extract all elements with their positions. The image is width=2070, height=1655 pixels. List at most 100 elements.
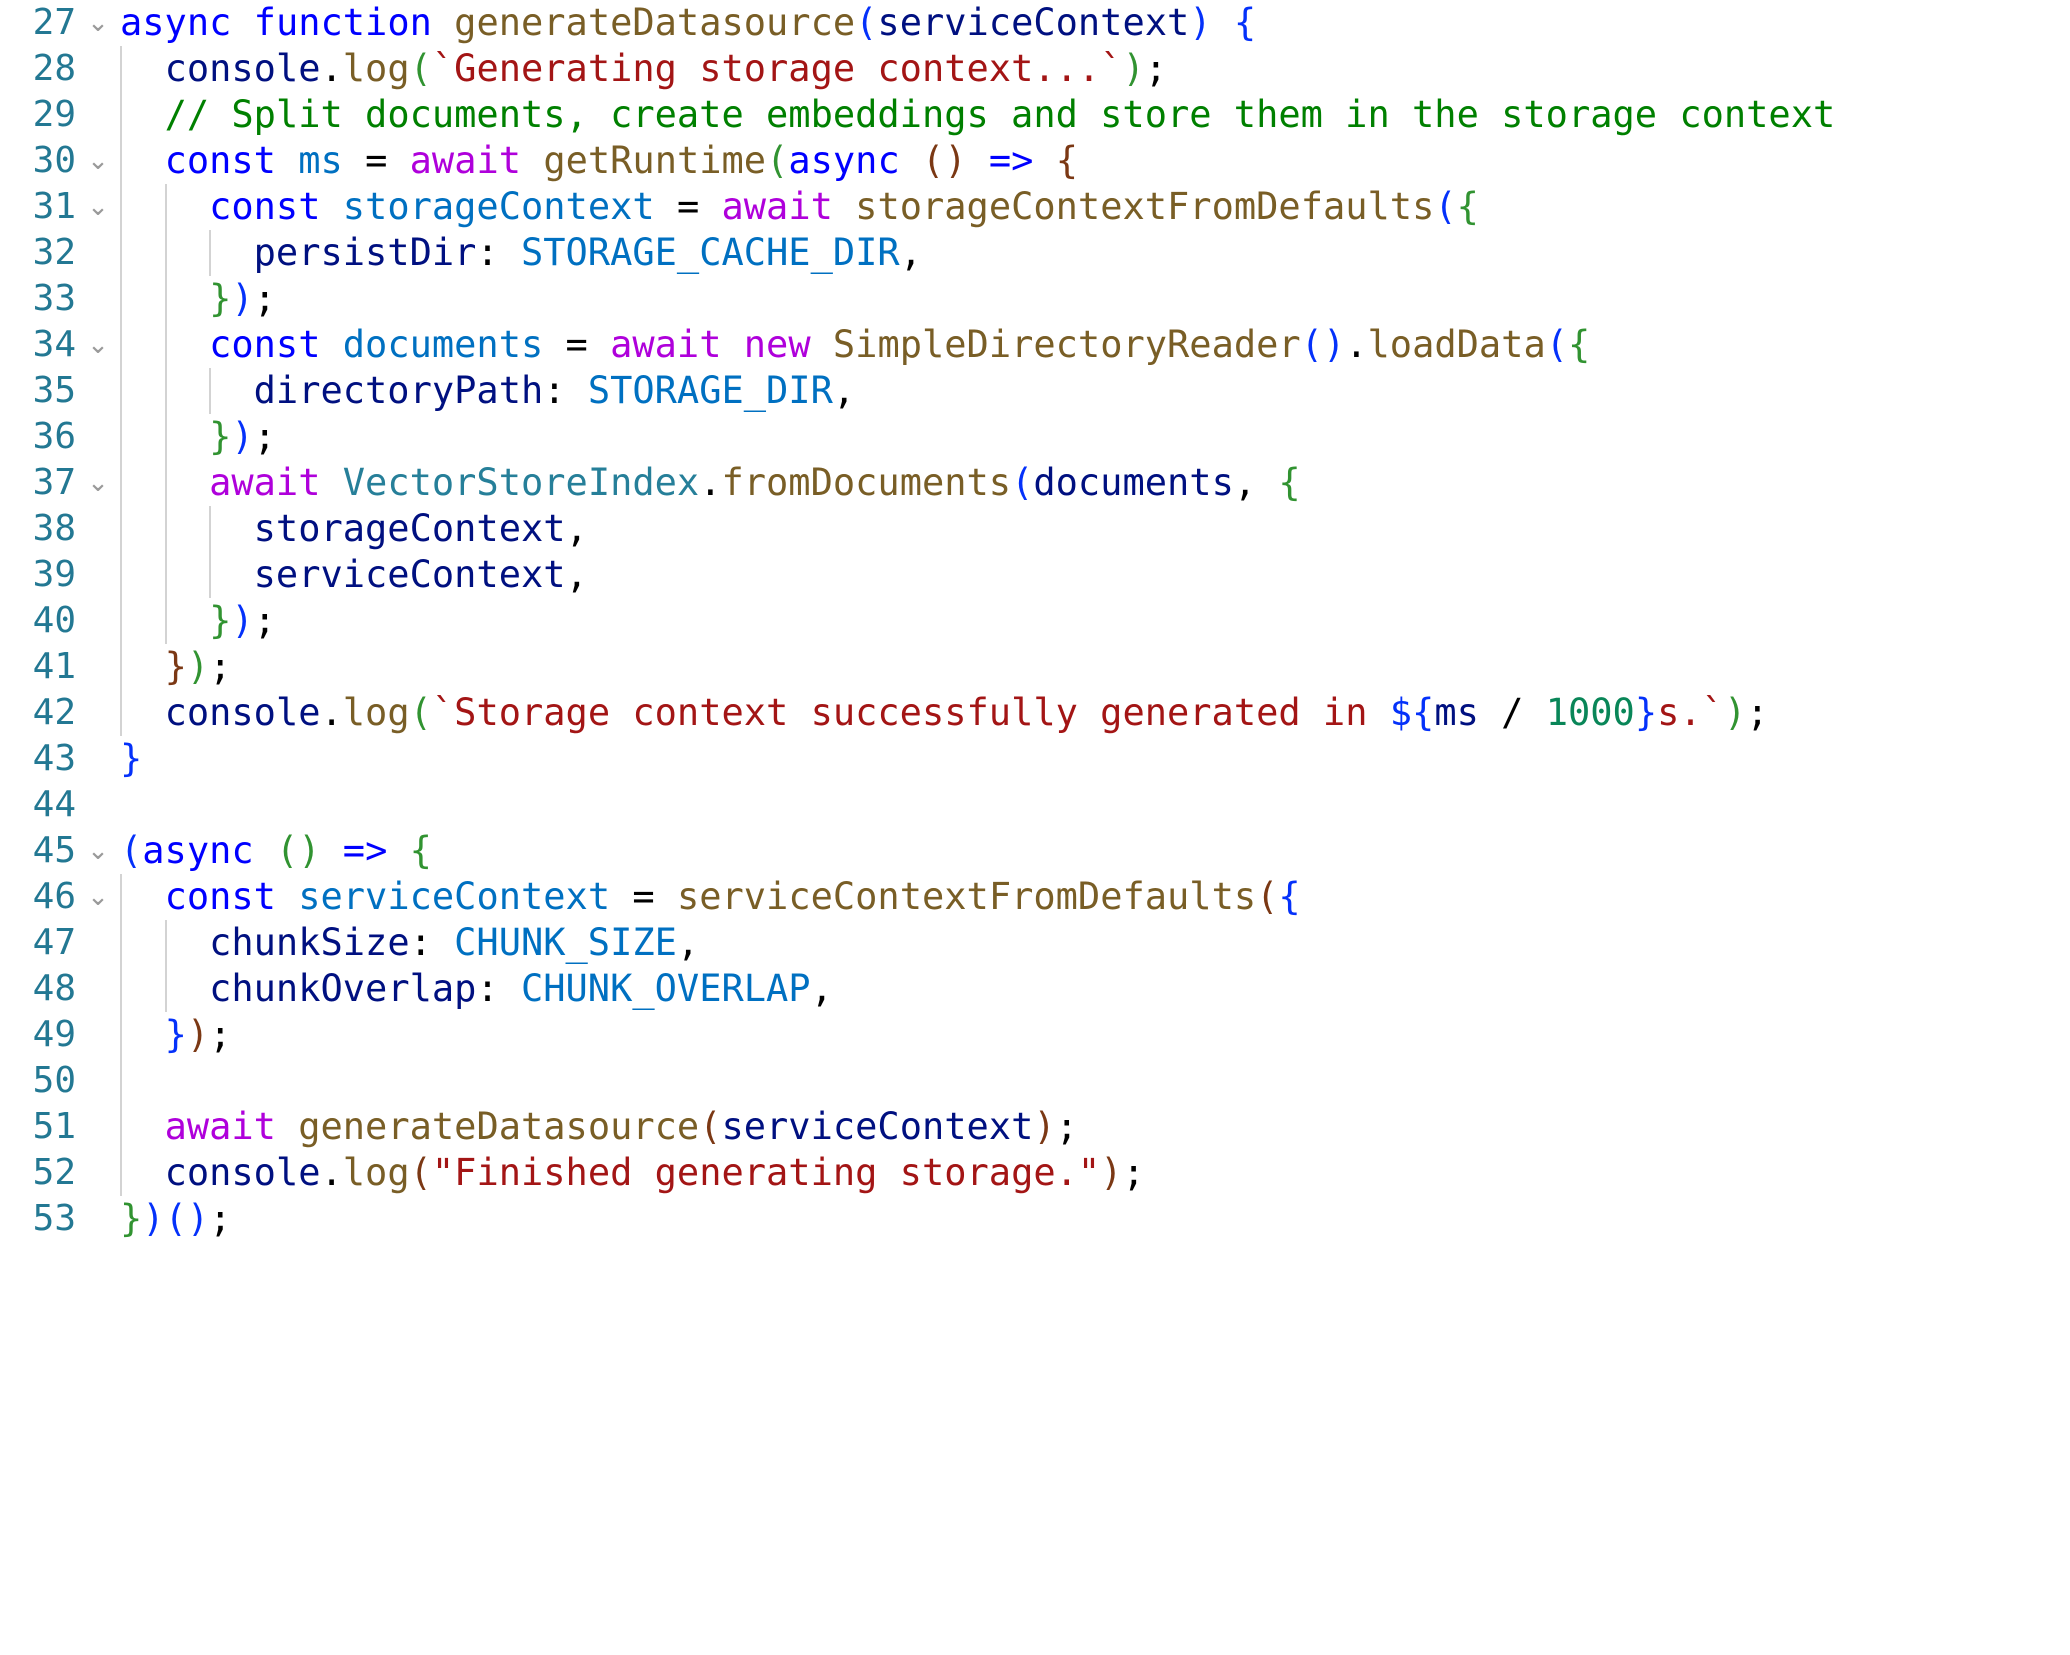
code-line[interactable]: 47 chunkSize: CHUNK_SIZE,: [0, 920, 2070, 966]
token-kw: const: [209, 323, 321, 366]
code-line[interactable]: 50: [0, 1058, 2070, 1104]
code-line[interactable]: 29 // Split documents, create embeddings…: [0, 92, 2070, 138]
token-kw: const: [164, 875, 276, 918]
code-line[interactable]: 27 ⌄ async function generateDatasource(ser…: [0, 0, 2070, 46]
code-line-content[interactable]: chunkOverlap: CHUNK_OVERLAP,: [120, 966, 2070, 1012]
code-line[interactable]: 48 chunkOverlap: CHUNK_OVERLAP,: [0, 966, 2070, 1012]
token-plain: =: [676, 185, 700, 228]
line-number: 30: [32, 140, 76, 181]
code-line-content[interactable]: });: [120, 598, 2070, 644]
code-line-content[interactable]: }: [120, 736, 2070, 782]
code-line-content[interactable]: storageContext,: [120, 506, 2070, 552]
code-line[interactable]: 43}: [0, 736, 2070, 782]
code-line-content[interactable]: });: [120, 644, 2070, 690]
code-text: });: [120, 276, 276, 322]
token-plain: .: [320, 47, 343, 90]
token-var: storageContext: [342, 185, 655, 228]
token-b3: ): [944, 139, 967, 182]
code-line-content[interactable]: [120, 1058, 2070, 1104]
code-line[interactable]: 39 serviceContext,: [0, 552, 2070, 598]
code-line-content[interactable]: chunkSize: CHUNK_SIZE,: [120, 920, 2070, 966]
code-line[interactable]: 38 storageContext,: [0, 506, 2070, 552]
code-editor[interactable]: 27 ⌄ async function generateDatasource(ser…: [0, 0, 2070, 1655]
code-line[interactable]: 53})();: [0, 1196, 2070, 1242]
code-line-content[interactable]: // Split documents, create embeddings an…: [120, 92, 2070, 138]
code-line[interactable]: 37 ⌄ await VectorStoreIndex.fromDocuments…: [0, 460, 2070, 506]
fold-chevron-down-icon[interactable]: ⌄: [76, 138, 120, 184]
token-b2: }: [209, 415, 232, 458]
code-line[interactable]: 36 });: [0, 414, 2070, 460]
code-line-content[interactable]: })();: [120, 1196, 2070, 1242]
editor-gutter: 39: [0, 552, 120, 598]
token-b1: ): [1322, 323, 1346, 366]
editor-gutter: 29: [0, 92, 120, 138]
code-line[interactable]: 41 });: [0, 644, 2070, 690]
token-str: `Storage context successfully generated …: [431, 691, 1390, 734]
fold-chevron-down-icon[interactable]: ⌄: [76, 828, 120, 874]
code-line-content[interactable]: const ms = await getRuntime(async () => …: [120, 138, 2070, 184]
code-line[interactable]: 52 console.log("Finished generating stor…: [0, 1150, 2070, 1196]
code-line[interactable]: 46 ⌄ const serviceContext = serviceContex…: [0, 874, 2070, 920]
editor-gutter: 49: [0, 1012, 120, 1058]
token-plain: ,: [810, 967, 833, 1010]
code-line[interactable]: 28 console.log(`Generating storage conte…: [0, 46, 2070, 92]
code-line-content[interactable]: console.log("Finished generating storage…: [120, 1150, 2070, 1196]
editor-gutter: 32: [0, 230, 120, 276]
code-line[interactable]: 32 persistDir: STORAGE_CACHE_DIR,: [0, 230, 2070, 276]
code-line-content[interactable]: });: [120, 1012, 2070, 1058]
code-line[interactable]: 35 directoryPath: STORAGE_DIR,: [0, 368, 2070, 414]
editor-gutter: 52: [0, 1150, 120, 1196]
code-line[interactable]: 31 ⌄ const storageContext = await storage…: [0, 184, 2070, 230]
code-line-content[interactable]: });: [120, 276, 2070, 322]
code-line-content[interactable]: console.log(`Storage context successfull…: [120, 690, 2070, 736]
code-line-content[interactable]: const serviceContext = serviceContextFro…: [120, 874, 2070, 920]
fold-chevron-down-icon[interactable]: ⌄: [76, 322, 120, 368]
code-line-content[interactable]: serviceContext,: [120, 552, 2070, 598]
code-line-content[interactable]: });: [120, 414, 2070, 460]
fold-chevron-down-icon[interactable]: ⌄: [76, 460, 120, 506]
code-line[interactable]: 45 ⌄ (async () => {: [0, 828, 2070, 874]
code-line[interactable]: 42 console.log(`Storage context successf…: [0, 690, 2070, 736]
code-line-content[interactable]: await VectorStoreIndex.fromDocuments(doc…: [120, 460, 2070, 506]
code-line[interactable]: 34 ⌄ const documents = await new SimpleDi…: [0, 322, 2070, 368]
code-line[interactable]: 44: [0, 782, 2070, 828]
fold-chevron-down-icon[interactable]: ⌄: [76, 0, 120, 46]
token-prop: serviceContext: [877, 1, 1190, 44]
editor-gutter: 34 ⌄: [0, 322, 120, 368]
line-number: 42: [32, 692, 76, 733]
fold-chevron-down-icon[interactable]: ⌄: [76, 874, 120, 920]
code-line-content[interactable]: console.log(`Generating storage context.…: [120, 46, 2070, 92]
code-line[interactable]: 33 });: [0, 276, 2070, 322]
code-line-content[interactable]: await generateDatasource(serviceContext)…: [120, 1104, 2070, 1150]
code-lines-container[interactable]: 27 ⌄ async function generateDatasource(ser…: [0, 0, 2070, 1242]
token-kw: async: [120, 1, 232, 44]
code-line[interactable]: 30 ⌄ const ms = await getRuntime(async ()…: [0, 138, 2070, 184]
fold-chevron-down-icon[interactable]: ⌄: [76, 184, 120, 230]
code-line[interactable]: 40 });: [0, 598, 2070, 644]
line-number: 45: [32, 830, 76, 871]
token-kw: const: [209, 185, 321, 228]
token-b3: (: [699, 1105, 722, 1148]
code-line-content[interactable]: directoryPath: STORAGE_DIR,: [120, 368, 2070, 414]
code-line-content[interactable]: persistDir: STORAGE_CACHE_DIR,: [120, 230, 2070, 276]
code-line-content[interactable]: const storageContext = await storageCont…: [120, 184, 2070, 230]
token-str: `Generating storage context...`: [431, 47, 1123, 90]
code-line-content[interactable]: const documents = await new SimpleDirect…: [120, 322, 2070, 368]
code-line-content[interactable]: async function generateDatasource(servic…: [120, 0, 2070, 46]
line-number: 32: [32, 232, 76, 273]
token-prop: serviceContext: [721, 1105, 1034, 1148]
code-line[interactable]: 49 });: [0, 1012, 2070, 1058]
editor-gutter: 33: [0, 276, 120, 322]
code-line-content[interactable]: (async () => {: [120, 828, 2070, 874]
code-line-content[interactable]: [120, 782, 2070, 828]
code-line[interactable]: 51 await generateDatasource(serviceConte…: [0, 1104, 2070, 1150]
